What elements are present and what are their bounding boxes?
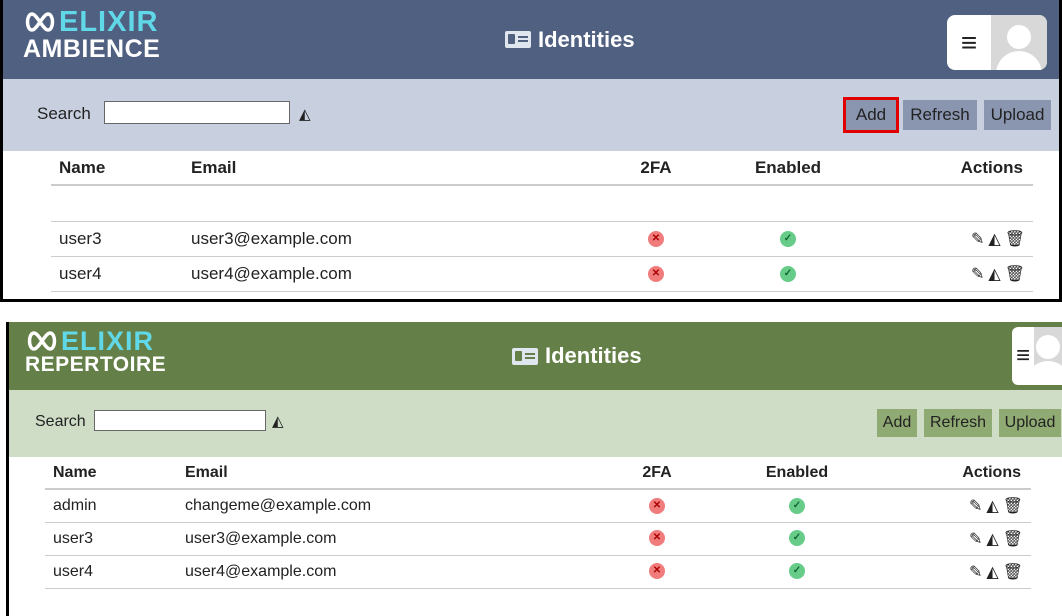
page-title-text: Identities bbox=[545, 343, 642, 368]
app-logo[interactable]: ELIXIR REPERTOIRE bbox=[25, 328, 166, 376]
avatar-icon[interactable] bbox=[1034, 327, 1062, 385]
product-name: AMBIENCE bbox=[23, 35, 161, 63]
cell-name: user3 bbox=[45, 522, 185, 556]
trash-icon[interactable]: 🗑 bbox=[1003, 562, 1023, 582]
pencil-icon[interactable]: ✎ bbox=[969, 529, 982, 549]
repertoire-panel: ELIXIR REPERTOIRE Identities ≡ Search ◭ … bbox=[6, 322, 1062, 616]
cell-email: user4@example.com bbox=[191, 256, 591, 292]
check-icon: ✓ bbox=[789, 497, 805, 514]
app-logo[interactable]: ELIXIR AMBIENCE bbox=[23, 6, 161, 63]
search-input[interactable] bbox=[94, 410, 266, 431]
eraser-icon[interactable]: ◭ bbox=[986, 562, 998, 582]
page-title: Identities bbox=[505, 0, 635, 79]
trash-icon[interactable]: 🗑 bbox=[1005, 229, 1025, 249]
upload-button[interactable]: Upload bbox=[999, 409, 1061, 437]
page-title: Identities bbox=[512, 322, 642, 390]
check-icon: ✓ bbox=[789, 563, 805, 580]
hamburger-icon[interactable]: ≡ bbox=[947, 15, 991, 70]
cell-email: user4@example.com bbox=[185, 555, 587, 589]
add-button[interactable]: Add bbox=[877, 409, 917, 437]
toolbar: Search ◭ Add Refresh Upload bbox=[9, 390, 1062, 457]
upload-button[interactable]: Upload bbox=[984, 100, 1051, 130]
product-name: REPERTOIRE bbox=[25, 353, 167, 376]
cell-name: user3 bbox=[51, 221, 191, 257]
table-row[interactable]: user3 user3@example.com ✕ ✓ ✎ ◭ 🗑 bbox=[45, 522, 1031, 556]
brand-name: ELIXIR bbox=[61, 326, 155, 356]
col-actions: Actions bbox=[867, 457, 1031, 490]
brand-name: ELIXIR bbox=[59, 6, 159, 38]
id-card-icon bbox=[512, 347, 538, 365]
x-icon: ✕ bbox=[649, 497, 665, 514]
user-menu[interactable]: ≡ bbox=[1012, 327, 1062, 385]
col-actions: Actions bbox=[855, 151, 1033, 186]
search-label: Search bbox=[35, 413, 86, 430]
x-icon: ✕ bbox=[648, 231, 664, 248]
col-email[interactable]: Email bbox=[191, 151, 591, 186]
table-row[interactable]: user3 user3@example.com ✕ ✓ ✎ ◭ 🗑 bbox=[51, 221, 1033, 257]
col-enabled[interactable]: Enabled bbox=[727, 457, 867, 490]
refresh-button[interactable]: Refresh bbox=[903, 100, 977, 130]
pencil-icon[interactable]: ✎ bbox=[971, 229, 984, 249]
avatar-icon[interactable] bbox=[991, 15, 1047, 70]
eraser-icon[interactable]: ◭ bbox=[988, 229, 1000, 249]
user-menu[interactable]: ≡ bbox=[947, 15, 1047, 70]
infinity-logo-icon bbox=[25, 12, 55, 32]
cell-email: changeme@example.com bbox=[185, 489, 587, 523]
cell-email: user3@example.com bbox=[185, 522, 587, 556]
search-input[interactable] bbox=[104, 101, 290, 124]
col-enabled[interactable]: Enabled bbox=[721, 151, 855, 186]
col-email[interactable]: Email bbox=[185, 457, 587, 490]
eraser-icon[interactable]: ◭ bbox=[272, 412, 284, 430]
cell-name: user4 bbox=[51, 256, 191, 292]
id-card-icon bbox=[505, 31, 531, 48]
x-icon: ✕ bbox=[648, 266, 664, 283]
identities-table: Name Email 2FA Enabled Actions user3 use… bbox=[51, 151, 1033, 292]
table-row[interactable]: user4 user4@example.com ✕ ✓ ✎ ◭ 🗑 bbox=[51, 256, 1033, 292]
pencil-icon[interactable]: ✎ bbox=[971, 264, 984, 284]
table-header-row: Name Email 2FA Enabled Actions bbox=[51, 151, 1033, 186]
identities-table: Name Email 2FA Enabled Actions admin cha… bbox=[45, 457, 1031, 589]
app-header: ELIXIR REPERTOIRE Identities ≡ bbox=[9, 322, 1062, 390]
cell-name: user4 bbox=[45, 555, 185, 589]
table-header-row: Name Email 2FA Enabled Actions bbox=[45, 457, 1031, 490]
table-row-empty bbox=[51, 185, 1033, 222]
x-icon: ✕ bbox=[649, 563, 665, 580]
table-row[interactable]: user4 user4@example.com ✕ ✓ ✎ ◭ 🗑 bbox=[45, 555, 1031, 589]
app-header: ELIXIR AMBIENCE Identities ≡ bbox=[3, 0, 1059, 79]
toolbar: Search ◭ Add Refresh Upload bbox=[3, 79, 1059, 151]
eraser-icon[interactable]: ◭ bbox=[299, 105, 311, 123]
col-name[interactable]: Name bbox=[51, 151, 191, 186]
eraser-icon[interactable]: ◭ bbox=[986, 529, 998, 549]
check-icon: ✓ bbox=[780, 266, 796, 283]
cell-email: user3@example.com bbox=[191, 221, 591, 257]
cell-name: admin bbox=[45, 489, 185, 523]
eraser-icon[interactable]: ◭ bbox=[986, 496, 998, 516]
x-icon: ✕ bbox=[649, 530, 665, 547]
check-icon: ✓ bbox=[789, 530, 805, 547]
col-2fa[interactable]: 2FA bbox=[587, 457, 727, 490]
trash-icon[interactable]: 🗑 bbox=[1005, 264, 1025, 284]
infinity-logo-icon bbox=[27, 331, 57, 351]
eraser-icon[interactable]: ◭ bbox=[988, 264, 1000, 284]
pencil-icon[interactable]: ✎ bbox=[969, 562, 982, 582]
table-row[interactable]: admin changeme@example.com ✕ ✓ ✎ ◭ 🗑 bbox=[45, 489, 1031, 523]
refresh-button[interactable]: Refresh bbox=[924, 409, 992, 437]
trash-icon[interactable]: 🗑 bbox=[1003, 529, 1023, 549]
ambience-panel: ELIXIR AMBIENCE Identities ≡ Search ◭ Ad… bbox=[0, 0, 1062, 302]
col-2fa[interactable]: 2FA bbox=[591, 151, 721, 186]
check-icon: ✓ bbox=[780, 231, 796, 248]
page-title-text: Identities bbox=[538, 26, 635, 52]
col-name[interactable]: Name bbox=[45, 457, 185, 490]
search-label: Search bbox=[37, 104, 91, 123]
trash-icon[interactable]: 🗑 bbox=[1003, 496, 1023, 516]
pencil-icon[interactable]: ✎ bbox=[969, 496, 982, 516]
add-button[interactable]: Add bbox=[843, 97, 899, 133]
hamburger-icon[interactable]: ≡ bbox=[1012, 327, 1034, 385]
